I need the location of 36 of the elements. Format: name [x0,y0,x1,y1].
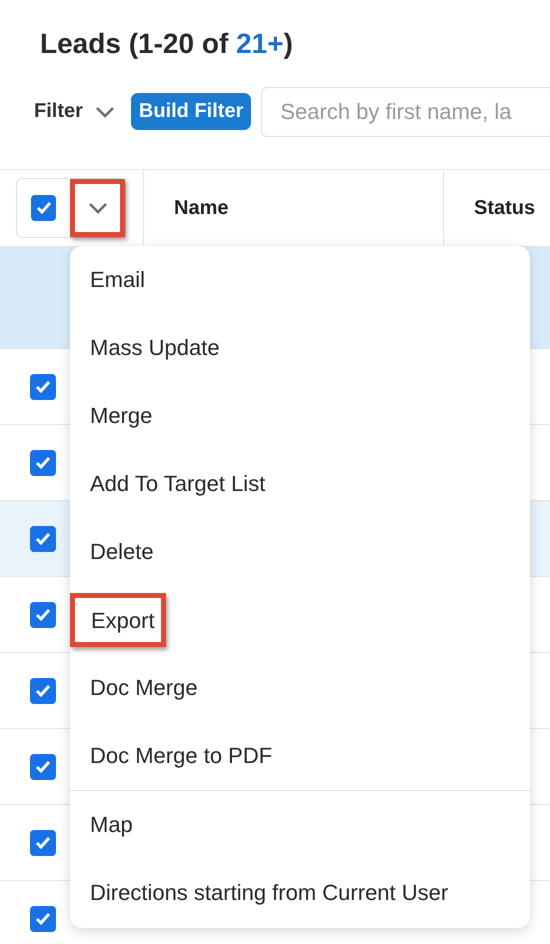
row-checkbox[interactable] [30,678,56,704]
checkmark-icon [35,608,51,622]
checkmark-icon [35,836,51,850]
menu-item[interactable]: Merge [90,393,152,439]
row-checkbox[interactable] [30,602,56,628]
page-title: Leads (1-20 of 21+) [39,27,294,61]
build-filter-button[interactable]: Build Filter [130,93,252,130]
checkmark-icon [35,532,51,546]
checkmark-icon [35,760,51,774]
select-all-checkbox[interactable] [31,195,56,221]
row-checkbox[interactable] [30,374,56,400]
row-checkbox[interactable] [30,450,56,476]
menu-item[interactable]: Directions starting from Current User [90,870,448,916]
menu-item[interactable]: Email [90,257,146,303]
row-checkbox[interactable] [30,526,56,552]
row-checkbox[interactable] [30,754,56,780]
menu-item[interactable]: Doc Merge to PDF [90,733,272,779]
row-checkbox[interactable] [30,906,56,932]
checkmark-icon [35,456,51,470]
chevron-down-icon [94,106,115,118]
menu-item[interactable]: Map [90,802,133,848]
menu-item[interactable]: Export [70,593,166,647]
select-all-control[interactable] [16,178,126,238]
search-field[interactable]: Search by first name, la [261,86,550,136]
checkmark-icon [36,201,52,215]
row-checkbox[interactable] [30,830,56,856]
menu-item[interactable]: Add To Target List [90,461,266,507]
checkmark-icon [35,380,51,394]
filter-dropdown[interactable]: Filter [34,100,121,123]
menu-item[interactable]: Mass Update [90,325,220,371]
checkmark-icon [35,684,51,698]
checkmark-icon [35,912,51,926]
menu-item[interactable]: Doc Merge [90,665,198,711]
actions-dropdown-toggle[interactable] [70,179,125,237]
menu-item[interactable]: Delete [90,529,154,575]
chevron-down-icon [88,202,108,214]
